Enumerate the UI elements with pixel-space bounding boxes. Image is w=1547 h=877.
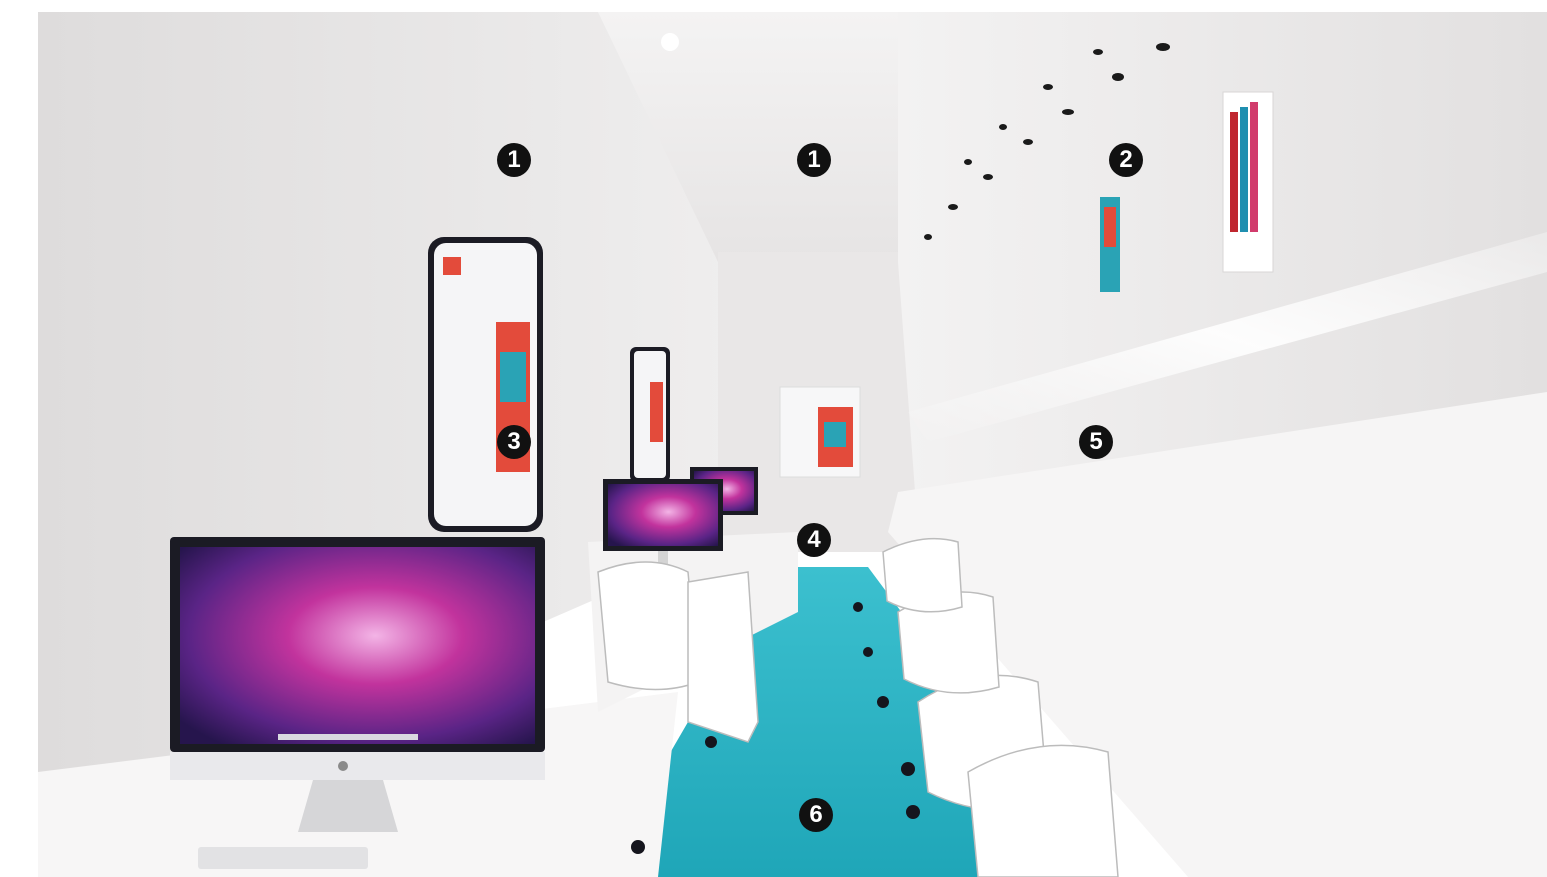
marker-5-counter: 5 bbox=[1079, 425, 1113, 459]
poster-back bbox=[779, 386, 861, 478]
book bbox=[1230, 112, 1238, 232]
book bbox=[1250, 102, 1258, 232]
marker-3-poster: 3 bbox=[497, 425, 531, 459]
poster-large bbox=[428, 237, 543, 532]
computer-lab-photo: 1 1 2 3 4 5 6 bbox=[38, 12, 1547, 877]
book bbox=[1240, 107, 1248, 232]
marker-2-wall-lights: 2 bbox=[1109, 143, 1143, 177]
marker-6-floor: 6 bbox=[799, 798, 833, 832]
marker-1-ceiling-left: 1 bbox=[497, 143, 531, 177]
poster-medium bbox=[630, 347, 670, 482]
wall-poster-art bbox=[1104, 207, 1116, 247]
ceiling-light bbox=[661, 33, 679, 51]
marker-1-ceiling-center: 1 bbox=[797, 143, 831, 177]
marker-4-back-wall: 4 bbox=[797, 523, 831, 557]
scene-illustration bbox=[38, 12, 1547, 877]
